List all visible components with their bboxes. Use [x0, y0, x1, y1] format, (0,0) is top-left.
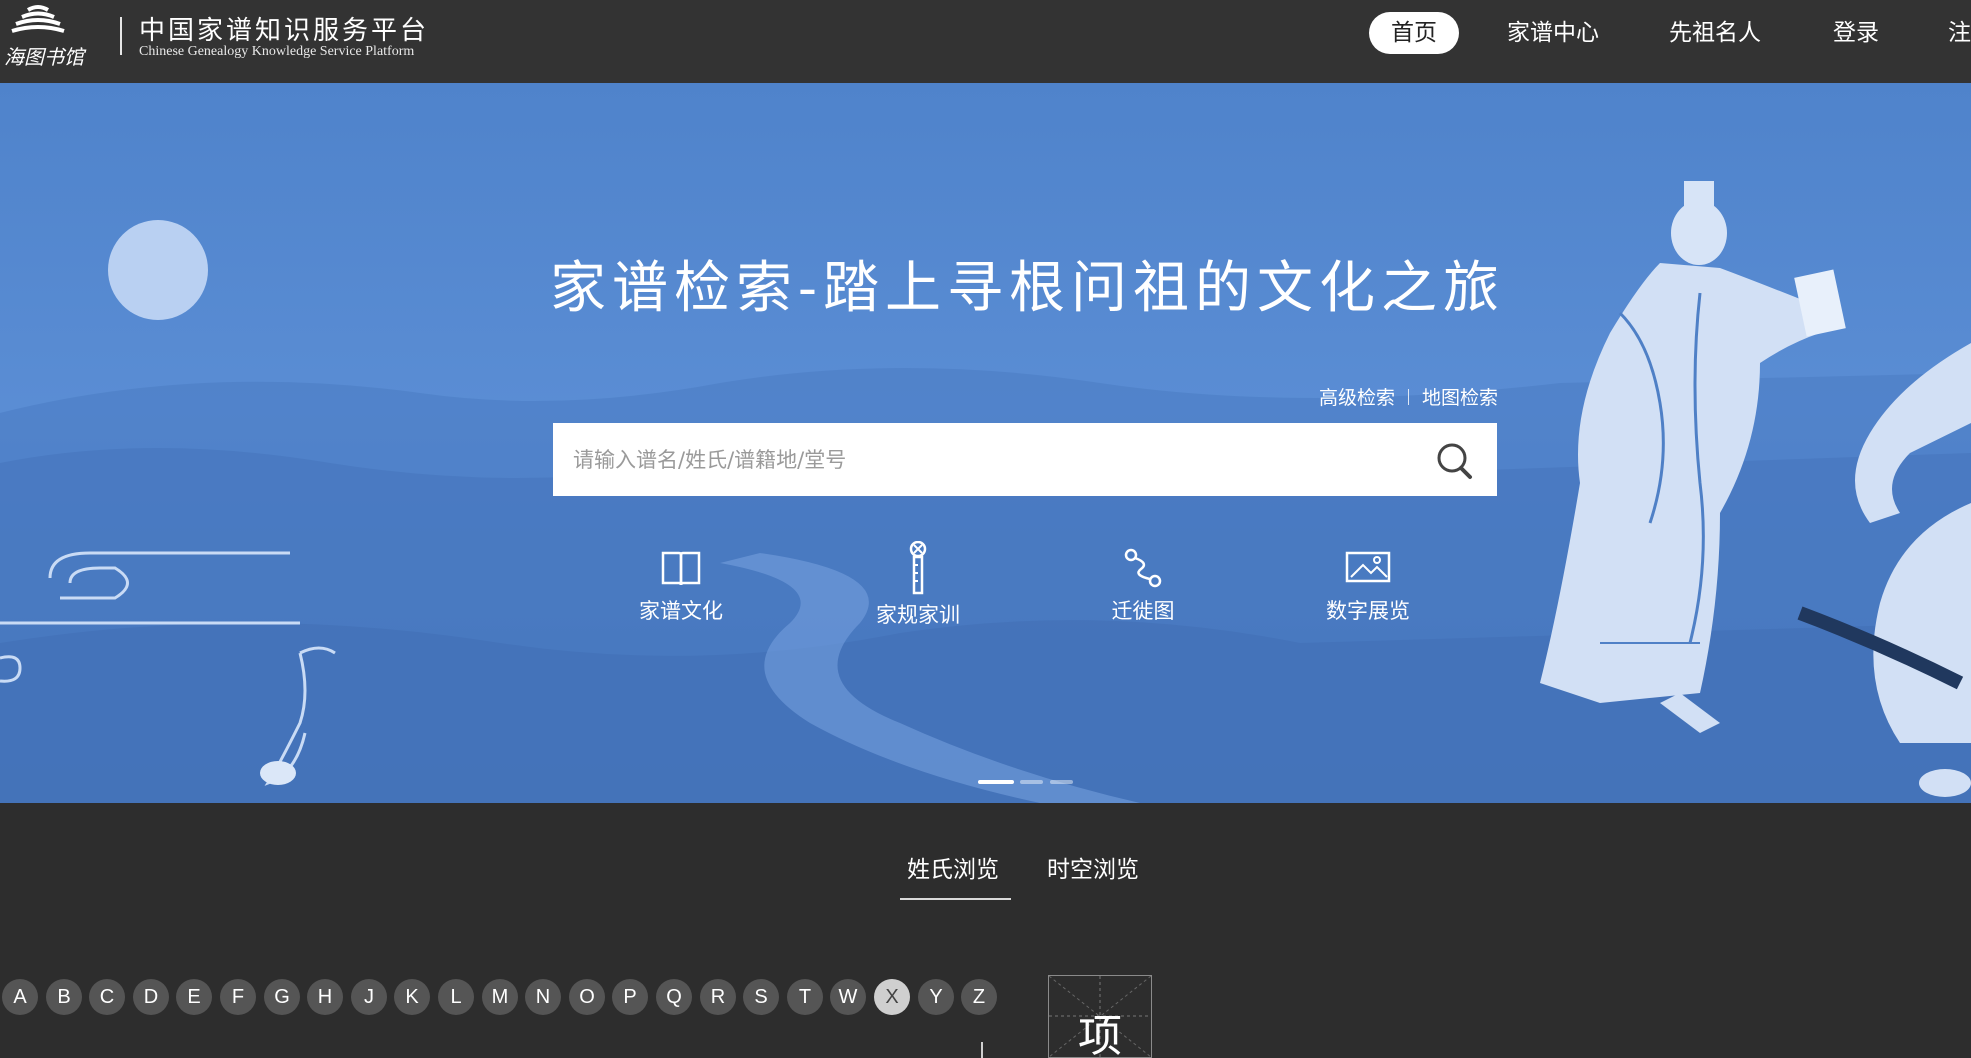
nav-genealogy-center[interactable]: 家谱中心 [1507, 12, 1599, 54]
letter-filter-x[interactable]: X [874, 979, 910, 1015]
library-logo[interactable]: 海图书馆 [4, 2, 100, 70]
tab-surname-browse[interactable]: 姓氏浏览 [907, 850, 999, 884]
letter-filter-y[interactable]: Y [918, 979, 954, 1015]
letter-filter-q[interactable]: Q [656, 979, 692, 1015]
letter-filter-e[interactable]: E [176, 979, 212, 1015]
letter-filter-w[interactable]: W [830, 979, 866, 1015]
quick-link-digital-exhibition[interactable]: 数字展览 [1288, 543, 1448, 625]
surname-character: 项 [1078, 1011, 1122, 1058]
top-header: 海图书馆 中国家谱知识服务平台 Chinese Genealogy Knowle… [0, 0, 1971, 83]
connector-line [981, 1042, 983, 1058]
letter-filter-h[interactable]: H [307, 979, 343, 1015]
nav-register[interactable]: 注 [1948, 12, 1971, 54]
letter-filter-k[interactable]: K [394, 979, 430, 1015]
logo-divider [120, 17, 122, 55]
letter-filter-b[interactable]: B [46, 979, 82, 1015]
letter-filter-f[interactable]: F [220, 979, 256, 1015]
letter-filter-g[interactable]: G [264, 979, 300, 1015]
letter-filter-p[interactable]: P [612, 979, 648, 1015]
letter-filter-l[interactable]: L [438, 979, 474, 1015]
letter-filter-c[interactable]: C [89, 979, 125, 1015]
route-icon [1124, 548, 1162, 588]
letter-filter-m[interactable]: M [482, 979, 518, 1015]
search-input[interactable] [553, 423, 1413, 496]
letter-filter-n[interactable]: N [525, 979, 561, 1015]
advanced-search-links: 高级检索 地图检索 [1319, 383, 1498, 410]
advanced-search-link[interactable]: 高级检索 [1319, 387, 1395, 409]
letter-filter-s[interactable]: S [743, 979, 779, 1015]
hero-title: 家谱检索-踏上寻根问祖的文化之旅 [550, 256, 1505, 321]
search-icon [1437, 443, 1472, 479]
quick-link-migration-map[interactable]: 迁徙图 [1063, 543, 1223, 625]
letter-filter-t[interactable]: T [787, 979, 823, 1015]
letter-filter-a[interactable]: A [2, 979, 38, 1015]
nav-login[interactable]: 登录 [1833, 12, 1879, 54]
hero-banner: 家谱检索-踏上寻根问祖的文化之旅 高级检索 地图检索 家谱文化 家规家训 [0, 83, 1971, 803]
tab-spacetime-browse[interactable]: 时空浏览 [1047, 850, 1139, 884]
site-title: 中国家谱知识服务平台 [139, 16, 430, 46]
letter-filter-j[interactable]: J [351, 979, 387, 1015]
nav-home[interactable]: 首页 [1369, 12, 1459, 54]
letter-filter-r[interactable]: R [700, 979, 736, 1015]
link-separator [1407, 389, 1409, 405]
nav-ancestors[interactable]: 先祖名人 [1669, 12, 1761, 54]
surname-card[interactable]: 项 [1048, 975, 1152, 1058]
letter-filter-o[interactable]: O [569, 979, 605, 1015]
book-icon [661, 551, 701, 586]
letter-filter-z[interactable]: Z [961, 979, 997, 1015]
quick-link-label: 迁徙图 [1111, 599, 1175, 623]
carousel-dot-2[interactable] [1020, 780, 1043, 784]
library-logo-icon: 海图书馆 [4, 5, 87, 69]
letter-filter-d[interactable]: D [133, 979, 169, 1015]
logo-wordmark: 海图书馆 [4, 45, 87, 69]
quick-link-genealogy-culture[interactable]: 家谱文化 [601, 543, 761, 625]
search-box [553, 423, 1497, 496]
scroll-icon [909, 541, 927, 595]
search-button[interactable] [1419, 423, 1497, 496]
quick-link-family-rules[interactable]: 家规家训 [838, 541, 998, 629]
carousel-dot-1[interactable] [978, 780, 1014, 784]
carousel-dot-3[interactable] [1050, 780, 1073, 784]
quick-link-label: 数字展览 [1326, 599, 1410, 623]
site-subtitle: Chinese Genealogy Knowledge Service Plat… [139, 44, 415, 59]
quick-link-label: 家规家训 [876, 603, 960, 627]
gallery-icon [1345, 551, 1391, 583]
quick-link-label: 家谱文化 [639, 599, 723, 623]
active-tab-underline [900, 898, 1011, 900]
map-search-link[interactable]: 地图检索 [1422, 387, 1498, 409]
